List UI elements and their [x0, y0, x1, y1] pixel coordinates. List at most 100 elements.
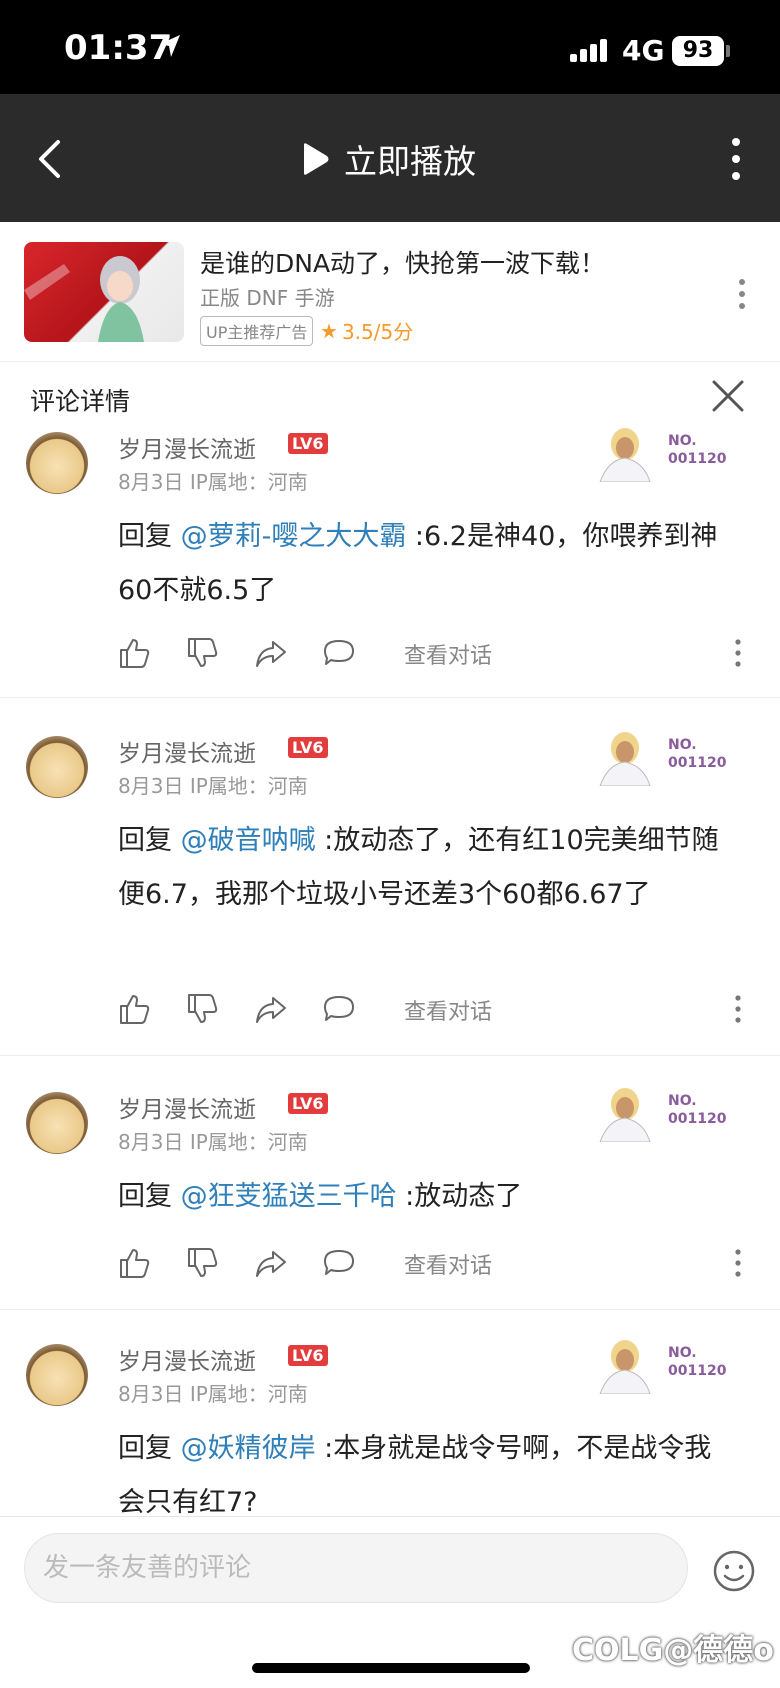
- play-now-button[interactable]: 立即播放: [300, 134, 476, 184]
- play-now-label: 立即播放: [344, 142, 476, 181]
- username[interactable]: 岁月漫长流逝: [118, 430, 256, 464]
- fan-badge-id: 001120: [668, 755, 727, 771]
- share-icon[interactable]: [254, 636, 288, 670]
- fan-badge-id: 001120: [668, 451, 727, 467]
- comment-item: 岁月漫长流逝 LV6 8月3日 IP属地：河南 NO. 001120 回复 @妖精…: [0, 1334, 780, 1518]
- comment-panel-header: 评论详情: [0, 362, 780, 422]
- ad-thumbnail: [24, 242, 184, 342]
- mention-link[interactable]: @破音呐喊: [181, 825, 316, 856]
- dislike-icon[interactable]: [186, 992, 220, 1026]
- signal-dots-icon: [570, 39, 607, 62]
- ad-tag: UP主推荐广告: [200, 316, 314, 346]
- level-badge: LV6: [288, 433, 328, 454]
- comment-meta: 8月3日 IP属地：河南: [118, 770, 308, 799]
- home-indicator[interactable]: [252, 1663, 530, 1673]
- username[interactable]: 岁月漫长流逝: [118, 1342, 256, 1376]
- ip-location: IP属地：河南: [189, 1130, 308, 1154]
- level-badge: LV6: [288, 1345, 328, 1366]
- fan-badge-no-label: NO.: [668, 1093, 697, 1109]
- comment-meta: 8月3日 IP属地：河南: [118, 1378, 308, 1407]
- comment-panel-title: 评论详情: [30, 387, 131, 416]
- comment-more-icon[interactable]: [728, 1246, 748, 1280]
- close-icon[interactable]: [710, 378, 746, 414]
- comment-date: 8月3日: [118, 774, 184, 798]
- watermark: COLG@德德o: [572, 1633, 774, 1668]
- ad-subtitle: 正版 DNF 手游: [200, 286, 335, 310]
- fan-badge-no-label: NO.: [668, 1345, 697, 1361]
- comment-more-icon[interactable]: [728, 992, 748, 1026]
- username[interactable]: 岁月漫长流逝: [118, 734, 256, 768]
- star-icon: ★: [320, 318, 338, 343]
- fan-badge-id: 001120: [668, 1363, 727, 1379]
- reply-prefix: 回复: [118, 521, 181, 552]
- ad-rating: ★ 3.5/5分: [320, 316, 413, 345]
- reply-comment-icon[interactable]: [322, 636, 356, 670]
- comment-item: 岁月漫长流逝 LV6 8月3日 IP属地：河南 NO. 001120 回复 @萝莉…: [0, 422, 780, 698]
- like-icon[interactable]: [118, 636, 152, 670]
- comment-meta: 8月3日 IP属地：河南: [118, 466, 308, 495]
- view-conversation-link[interactable]: 查看对话: [404, 638, 492, 670]
- view-conversation-link[interactable]: 查看对话: [404, 994, 492, 1026]
- top-nav-bar: 立即播放: [0, 94, 780, 222]
- mention-link[interactable]: @狂芰猛送三千哈: [181, 1181, 397, 1212]
- ad-character-image: [24, 256, 144, 342]
- comment-input[interactable]: 发一条友善的评论: [24, 1533, 688, 1603]
- ad-title: 是谁的DNA动了，快抢第一波下载！: [200, 249, 606, 278]
- comment-item: 岁月漫长流逝 LV6 8月3日 IP属地：河南 NO. 001120 回复 @狂芰…: [0, 1082, 780, 1310]
- comment-actions: 查看对话: [118, 1246, 758, 1286]
- play-icon: [304, 143, 329, 175]
- comment-more-icon[interactable]: [728, 636, 748, 670]
- fan-badge-number: NO. 001120: [668, 736, 726, 772]
- ip-location: IP属地：河南: [189, 774, 308, 798]
- battery-indicator: 93: [672, 36, 724, 66]
- view-conversation-link[interactable]: 查看对话: [404, 1248, 492, 1280]
- comment-date: 8月3日: [118, 1382, 184, 1406]
- dislike-icon[interactable]: [186, 636, 220, 670]
- comment-content[interactable]: 回复 @妖精彼岸 :本身就是战令号啊，不是战令我会只有红7?: [118, 1422, 738, 1530]
- fan-badge-number: NO. 001120: [668, 1344, 726, 1380]
- status-bar: 01:37 4G 93: [0, 0, 780, 94]
- emoji-icon[interactable]: [712, 1549, 756, 1593]
- comment-date: 8月3日: [118, 1130, 184, 1154]
- comment-content[interactable]: 回复 @萝莉-嘤之大大霸 :6.2是神40，你喂养到神60不就6.5了: [118, 510, 738, 618]
- status-time: 01:37: [64, 28, 173, 68]
- comment-content[interactable]: 回复 @狂芰猛送三千哈 :放动态了: [118, 1170, 738, 1224]
- reply-comment-icon[interactable]: [322, 1246, 356, 1280]
- comment-item: 岁月漫长流逝 LV6 8月3日 IP属地：河南 NO. 001120 回复 @破音…: [0, 726, 780, 1056]
- avatar[interactable]: [26, 1092, 88, 1154]
- dislike-icon[interactable]: [186, 1246, 220, 1280]
- level-badge: LV6: [288, 1093, 328, 1114]
- fan-badge-number: NO. 001120: [668, 1092, 726, 1128]
- comment-text: :放动态了: [396, 1181, 523, 1212]
- comment-actions: 查看对话: [118, 636, 758, 676]
- avatar[interactable]: [26, 432, 88, 494]
- comment-date: 8月3日: [118, 470, 184, 494]
- reply-prefix: 回复: [118, 825, 181, 856]
- reply-prefix: 回复: [118, 1181, 181, 1212]
- level-badge: LV6: [288, 737, 328, 758]
- avatar[interactable]: [26, 1344, 88, 1406]
- reply-comment-icon[interactable]: [322, 992, 356, 1026]
- comment-actions: 查看对话: [118, 992, 758, 1032]
- reply-prefix: 回复: [118, 1433, 181, 1464]
- ad-banner[interactable]: 是谁的DNA动了，快抢第一波下载！ 正版 DNF 手游 UP主推荐广告 ★ 3.…: [0, 222, 780, 362]
- ad-more-icon[interactable]: [732, 276, 752, 312]
- fan-badge-no-label: NO.: [668, 433, 697, 449]
- like-icon[interactable]: [118, 1246, 152, 1280]
- username[interactable]: 岁月漫长流逝: [118, 1090, 256, 1124]
- more-options-icon[interactable]: [720, 132, 752, 186]
- avatar[interactable]: [26, 736, 88, 798]
- share-icon[interactable]: [254, 1246, 288, 1280]
- network-type: 4G: [622, 34, 665, 67]
- mention-link[interactable]: @妖精彼岸: [181, 1433, 316, 1464]
- back-button[interactable]: [26, 134, 76, 184]
- mention-link[interactable]: @萝莉-嘤之大大霸: [181, 521, 407, 552]
- comment-content[interactable]: 回复 @破音呐喊 :放动态了，还有红10完美细节随便6.7，我那个垃圾小号还差3…: [118, 814, 738, 922]
- like-icon[interactable]: [118, 992, 152, 1026]
- comment-input-bar: 发一条友善的评论 COLG@德德o: [0, 1516, 780, 1688]
- share-icon[interactable]: [254, 992, 288, 1026]
- fan-badge-id: 001120: [668, 1111, 727, 1127]
- location-arrow-icon: [160, 35, 180, 57]
- ip-location: IP属地：河南: [189, 470, 308, 494]
- comment-meta: 8月3日 IP属地：河南: [118, 1126, 308, 1155]
